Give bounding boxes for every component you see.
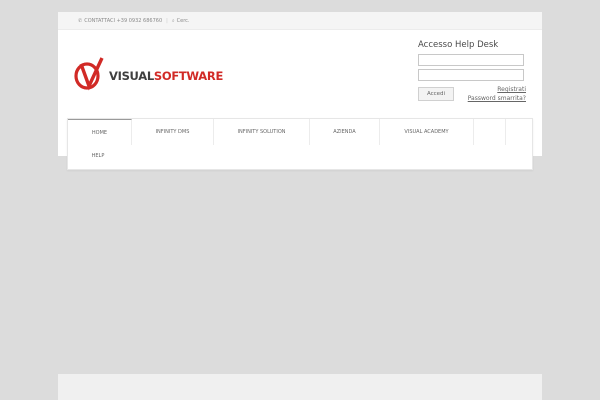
logo-wordmark: VISUAL SOFTWARE: [109, 69, 223, 83]
helpdesk-links: Registrati Password smarrita?: [468, 85, 526, 103]
forgot-password-link[interactable]: Password smarrita?: [468, 94, 526, 103]
nav-item-azienda[interactable]: AZIENDA: [310, 119, 380, 145]
logo-mark-icon: [74, 57, 104, 91]
main-navigation: HOME INFINITY DMS INFINITY SOLUTION AZIE…: [67, 118, 533, 170]
login-button[interactable]: Accedi: [418, 87, 454, 101]
site-logo[interactable]: VISUAL SOFTWARE: [74, 54, 223, 94]
password-field[interactable]: [418, 69, 524, 81]
nav-item-empty[interactable]: [474, 119, 506, 145]
nav-item-visual-academy[interactable]: VISUAL ACADEMY: [380, 119, 474, 145]
content-area: [58, 156, 542, 400]
logo-text-software: SOFTWARE: [153, 69, 224, 83]
topbar-separator: |: [166, 17, 168, 24]
top-bar: ✆ CONTATTACI +39 0932 686760 | ⌕ Cerc.: [58, 12, 542, 30]
helpdesk-title: Accesso Help Desk: [418, 40, 499, 50]
search-icon[interactable]: ⌕: [172, 18, 175, 24]
search-label[interactable]: Cerc.: [177, 18, 190, 24]
bottom-panel: [58, 374, 542, 400]
helpdesk-login: Accesso Help Desk Accedi Registrati Pass…: [418, 40, 526, 109]
nav-item-infinity-solution[interactable]: INFINITY SOLUTION: [214, 119, 310, 145]
nav-item-home[interactable]: HOME: [68, 119, 132, 145]
logo-text-visual: VISUAL: [109, 69, 154, 83]
contact-phone[interactable]: CONTATTACI +39 0932 686760: [84, 18, 162, 24]
register-link[interactable]: Registrati: [468, 85, 526, 94]
nav-item-infinity-dms[interactable]: INFINITY DMS: [132, 119, 214, 145]
nav-item-help[interactable]: HELP: [68, 143, 128, 169]
phone-icon: ✆: [78, 17, 83, 24]
username-field[interactable]: [418, 54, 524, 66]
